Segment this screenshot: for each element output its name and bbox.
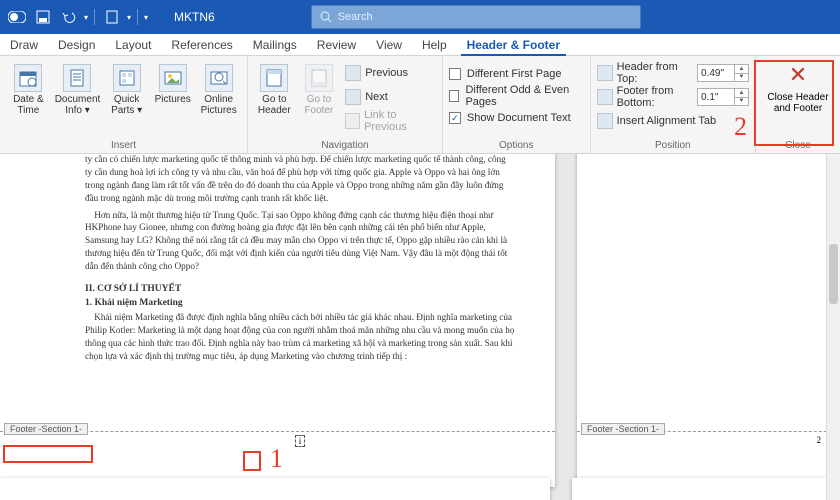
- footer-area-right[interactable]: Footer -Section 1- 2: [577, 431, 840, 457]
- tab-draw[interactable]: Draw: [0, 34, 48, 55]
- vertical-scrollbar[interactable]: [826, 154, 840, 500]
- ribbon-tabs: Draw Design Layout References Mailings R…: [0, 34, 840, 56]
- tab-references[interactable]: References: [161, 34, 242, 55]
- goto-header-button[interactable]: Go to Header: [254, 60, 295, 116]
- checkbox-icon: [449, 90, 460, 102]
- previous-icon: [345, 65, 361, 81]
- footer-bottom-icon: [597, 89, 613, 105]
- group-navigation: Go to Header Go to Footer Previous Next: [248, 56, 443, 153]
- document-info-button[interactable]: Document Info ▾: [55, 60, 101, 116]
- next-icon: [345, 89, 361, 105]
- quick-parts-icon: [113, 64, 141, 92]
- navigation-group-label: Navigation: [254, 140, 436, 151]
- page-right[interactable]: Footer -Section 1- 2: [577, 154, 840, 487]
- calendar-icon: [14, 64, 42, 92]
- document-name: MKTN6: [174, 10, 215, 24]
- pictures-icon: [159, 64, 187, 92]
- page-number-field[interactable]: i: [85, 435, 515, 447]
- group-insert: Date & Time Document Info ▾ Quick Parts …: [0, 56, 248, 153]
- page-number-field: 2: [817, 435, 822, 445]
- options-group-label: Options: [449, 140, 584, 151]
- next-page-row: [0, 478, 840, 500]
- spin-down-icon[interactable]: ▼: [734, 98, 748, 106]
- quick-parts-button[interactable]: Quick Parts ▾: [104, 60, 149, 116]
- tab-mailings[interactable]: Mailings: [243, 34, 307, 55]
- annotation-box-page-number: [243, 451, 261, 471]
- page-left[interactable]: ty cần có chiến lược marketing quốc tế t…: [0, 154, 555, 487]
- goto-footer-button: Go to Footer: [299, 60, 340, 116]
- link-previous-button: Link to Previous: [345, 110, 436, 132]
- tab-header-footer[interactable]: Header & Footer: [457, 34, 570, 55]
- date-time-button[interactable]: Date & Time: [6, 60, 51, 116]
- link-icon: [345, 113, 360, 129]
- tab-review[interactable]: Review: [307, 34, 366, 55]
- checkbox-icon: [449, 68, 461, 80]
- annotation-box-footer-tag: [3, 445, 93, 463]
- pictures-button[interactable]: Pictures: [153, 60, 192, 105]
- header-top-icon: [597, 65, 613, 81]
- title-bar: ▾ ▾ ▾ MKTN6 Search: [0, 0, 840, 34]
- group-position: Header from Top: 0.49" ▲▼ Footer from Bo…: [591, 56, 756, 153]
- group-options: Different First Page Different Odd & Eve…: [443, 56, 591, 153]
- footer-from-bottom-row: Footer from Bottom: 0.1" ▲▼: [597, 86, 749, 108]
- document-area: ty cần có chiến lược marketing quốc tế t…: [0, 154, 840, 500]
- header-icon: [260, 64, 288, 92]
- annotation-number-1: 1: [270, 444, 283, 474]
- insert-group-label: Insert: [6, 140, 241, 151]
- page-body-text: ty cần có chiến lược marketing quốc tế t…: [0, 154, 555, 363]
- doc-info-icon: [63, 64, 91, 92]
- search-box[interactable]: Search: [311, 5, 641, 29]
- online-pictures-button[interactable]: Online Pictures: [196, 60, 241, 116]
- search-placeholder: Search: [338, 11, 373, 23]
- tab-view[interactable]: View: [366, 34, 412, 55]
- undo-icon[interactable]: [58, 6, 80, 28]
- header-from-top-row: Header from Top: 0.49" ▲▼: [597, 62, 749, 84]
- spin-up-icon[interactable]: ▲: [734, 65, 748, 74]
- tab-design[interactable]: Design: [48, 34, 105, 55]
- page-preview[interactable]: [0, 478, 550, 500]
- different-odd-even-checkbox[interactable]: Different Odd & Even Pages: [449, 86, 584, 106]
- footer-section-tag: Footer -Section 1-: [581, 423, 665, 435]
- previous-button[interactable]: Previous: [345, 62, 436, 84]
- footer-from-bottom-input[interactable]: 0.1" ▲▼: [697, 88, 749, 106]
- checkbox-icon: ✓: [449, 112, 461, 124]
- search-icon: [320, 11, 332, 23]
- spin-up-icon[interactable]: ▲: [734, 89, 748, 98]
- new-doc-icon[interactable]: [101, 6, 123, 28]
- alignment-tab-icon: [597, 113, 613, 129]
- header-from-top-input[interactable]: 0.49" ▲▼: [697, 64, 749, 82]
- annotation-box-close: [754, 60, 834, 146]
- show-document-text-checkbox[interactable]: ✓ Show Document Text: [449, 108, 584, 128]
- different-first-page-checkbox[interactable]: Different First Page: [449, 64, 584, 84]
- online-pictures-icon: [205, 64, 233, 92]
- tab-help[interactable]: Help: [412, 34, 457, 55]
- page-preview[interactable]: [572, 478, 840, 500]
- save-icon[interactable]: [32, 6, 54, 28]
- insert-alignment-tab-button[interactable]: Insert Alignment Tab: [597, 110, 749, 132]
- autosave-toggle[interactable]: [6, 6, 28, 28]
- footer-section-tag: Footer -Section 1-: [4, 423, 88, 435]
- footer-icon: [305, 64, 333, 92]
- position-group-label: Position: [597, 140, 749, 151]
- ribbon: Date & Time Document Info ▾ Quick Parts …: [0, 56, 840, 154]
- annotation-number-2: 2: [734, 112, 747, 142]
- spin-down-icon[interactable]: ▼: [734, 74, 748, 82]
- tab-layout[interactable]: Layout: [105, 34, 161, 55]
- next-button[interactable]: Next: [345, 86, 436, 108]
- scrollbar-thumb[interactable]: [829, 244, 838, 304]
- quick-access-toolbar: ▾ ▾ ▾: [6, 6, 148, 28]
